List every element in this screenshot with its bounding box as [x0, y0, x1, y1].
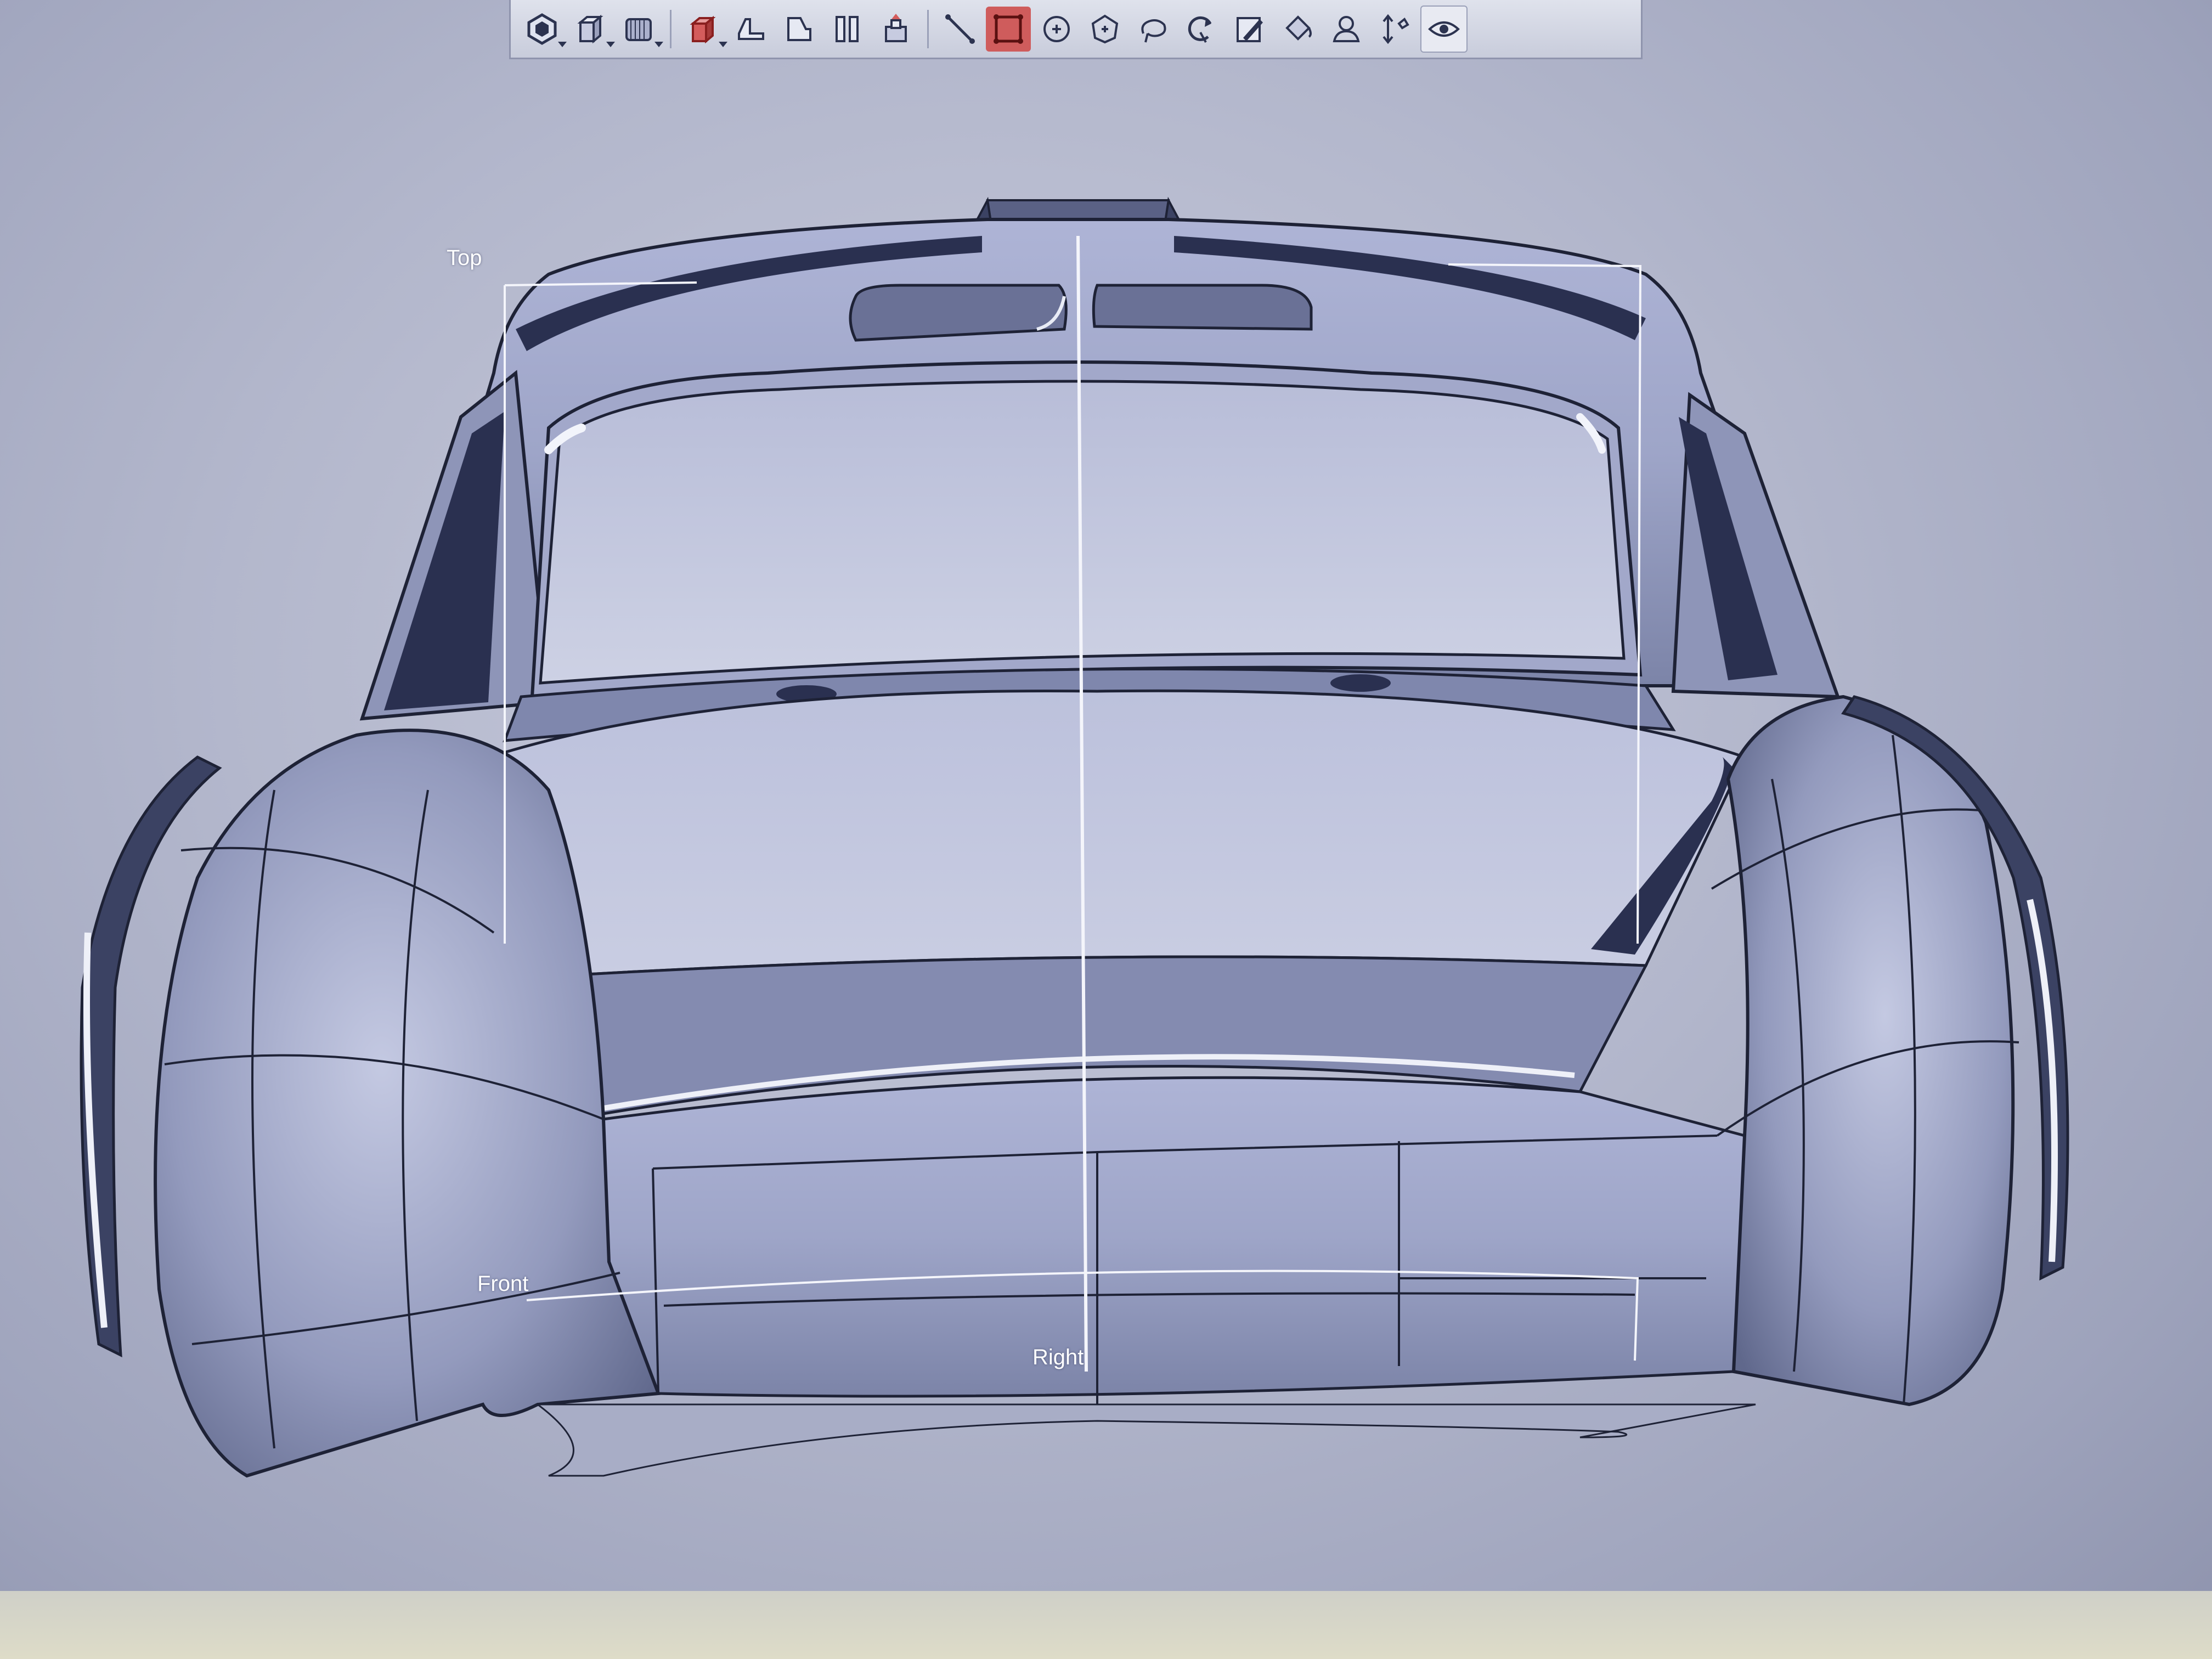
transform-axis-icon: [1383, 14, 1409, 44]
circle-select-icon: [1043, 15, 1070, 42]
box-primitive-icon: [577, 14, 603, 43]
paint-bucket-icon: [1285, 15, 1312, 41]
object-mode-button[interactable]: [520, 7, 567, 52]
view-label-right: Right: [1032, 1345, 1084, 1369]
visibility-button[interactable]: [1420, 5, 1468, 53]
transform-axis-button[interactable]: [1372, 7, 1417, 52]
front-view-button[interactable]: [777, 7, 822, 52]
circle-select-button[interactable]: [1034, 7, 1079, 52]
line-tool-button[interactable]: [938, 7, 983, 52]
perspective-view-icon: [885, 13, 907, 42]
rotate-tool-icon: [1188, 16, 1212, 43]
box-select-icon: [994, 14, 1023, 44]
side-view-button[interactable]: [825, 7, 870, 52]
lasso-select-button[interactable]: [1131, 7, 1176, 52]
polygon-select-button[interactable]: [1082, 7, 1127, 52]
side-window-left: [384, 411, 505, 710]
bottom-edge: [0, 1591, 2212, 1659]
hood[interactable]: [426, 689, 1747, 978]
user-view-icon: [1333, 15, 1360, 42]
surface-primitive-button[interactable]: [616, 7, 663, 52]
right-front-fender[interactable]: [1726, 695, 2015, 1407]
object-mode-icon: [527, 13, 557, 45]
shaded-cube-button[interactable]: [680, 7, 727, 52]
dropdown-arrow-icon[interactable]: [606, 41, 615, 47]
car-model[interactable]: [0, 0, 2212, 1659]
top-view-icon: [738, 18, 764, 40]
dropdown-arrow-icon[interactable]: [719, 41, 727, 47]
edit-tool-button[interactable]: [1227, 7, 1272, 52]
toolbar-separator: [927, 9, 929, 48]
underbody-shadow: [535, 1403, 1756, 1477]
box-select-button[interactable]: [986, 6, 1031, 52]
box-primitive-button[interactable]: [568, 7, 615, 52]
surface-primitive-icon: [625, 18, 652, 41]
shaded-cube-icon: [690, 15, 716, 43]
dropdown-arrow-icon[interactable]: [558, 41, 567, 47]
visibility-icon: [1428, 21, 1460, 37]
line-tool-icon: [945, 14, 975, 44]
perspective-view-button[interactable]: [873, 7, 918, 52]
lasso-select-icon: [1141, 19, 1166, 42]
front-view-icon: [787, 16, 811, 41]
main-toolbar: [509, 0, 1643, 59]
user-view-button[interactable]: [1324, 7, 1369, 52]
view-label-front: Front: [477, 1272, 529, 1296]
side-view-icon: [836, 15, 859, 42]
rotate-tool-button[interactable]: [1179, 7, 1224, 52]
3d-viewport[interactable]: Top Front Right: [0, 0, 2212, 1659]
dropdown-arrow-icon[interactable]: [654, 41, 663, 47]
polygon-select-icon: [1091, 14, 1119, 43]
view-label-top: Top: [447, 246, 482, 270]
paint-bucket-button[interactable]: [1276, 7, 1321, 52]
top-view-button[interactable]: [729, 7, 774, 52]
edit-tool-icon: [1237, 16, 1263, 42]
toolbar-separator: [670, 9, 672, 48]
front-fascia[interactable]: [602, 1076, 1746, 1398]
